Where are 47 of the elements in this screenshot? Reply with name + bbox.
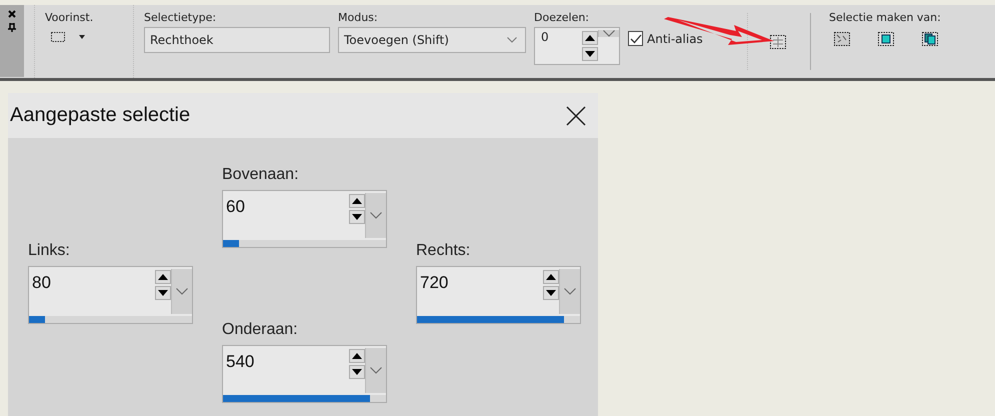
spin-up-icon[interactable]: [582, 31, 598, 45]
caret-icon[interactable]: [79, 35, 85, 39]
number-spin-field[interactable]: 80: [28, 266, 193, 324]
number-spin-field[interactable]: 540: [222, 345, 387, 403]
mode-label: Modus:: [338, 11, 379, 24]
spin-up-icon[interactable]: [543, 270, 559, 284]
number-spin-field[interactable]: 60: [222, 190, 387, 248]
field-label: Rechts:: [416, 242, 472, 261]
spin-down-icon[interactable]: [349, 210, 365, 224]
feather-spin-field[interactable]: 0: [534, 27, 620, 65]
selection-type-label: Selectietype:: [144, 11, 218, 24]
close-icon[interactable]: [566, 106, 586, 126]
selection-grid-icon[interactable]: [770, 34, 786, 48]
selection-pattern-icon[interactable]: [834, 32, 850, 46]
spin-up-icon[interactable]: [155, 270, 171, 284]
chevron-down-icon[interactable]: [564, 288, 576, 295]
checkmark-icon: [630, 34, 642, 44]
mode-dropdown[interactable]: Toevoegen (Shift): [338, 27, 526, 53]
preset-label: Voorinst.: [45, 11, 94, 24]
chevron-down-icon[interactable]: [507, 37, 517, 43]
feather-label: Doezelen:: [534, 11, 590, 24]
chevron-down-icon[interactable]: [176, 288, 188, 295]
chevron-down-icon[interactable]: [370, 367, 382, 374]
close-icon[interactable]: [8, 10, 16, 18]
rectangle-selection-icon[interactable]: [51, 32, 65, 42]
spin-down-icon[interactable]: [155, 286, 171, 300]
value-slider[interactable]: [223, 240, 386, 247]
field-label: Onderaan:: [222, 321, 299, 340]
value-slider[interactable]: [29, 316, 192, 323]
spin-down-icon[interactable]: [543, 286, 559, 300]
selection-type-dropdown[interactable]: Rechthoek: [144, 27, 330, 53]
anti-alias-checkbox[interactable]: [628, 31, 643, 46]
anti-alias-label: Anti-alias: [647, 32, 703, 46]
field-label: Links:: [28, 242, 71, 261]
spin-down-icon[interactable]: [349, 365, 365, 379]
selection-layers-icon[interactable]: [922, 32, 938, 46]
pin-icon[interactable]: [8, 23, 16, 32]
field-label: Bovenaan:: [222, 166, 300, 185]
make-selection-from-label: Selectie maken van:: [829, 11, 941, 24]
spin-up-icon[interactable]: [349, 194, 365, 208]
selection-layer-icon[interactable]: [878, 32, 894, 46]
spin-up-icon[interactable]: [349, 349, 365, 363]
spin-down-icon[interactable]: [582, 47, 598, 61]
chevron-down-icon[interactable]: [603, 30, 615, 37]
chevron-down-icon[interactable]: [370, 212, 382, 219]
dialog-title: Aangepaste selectie: [10, 104, 190, 127]
number-spin-field[interactable]: 720: [416, 266, 581, 324]
